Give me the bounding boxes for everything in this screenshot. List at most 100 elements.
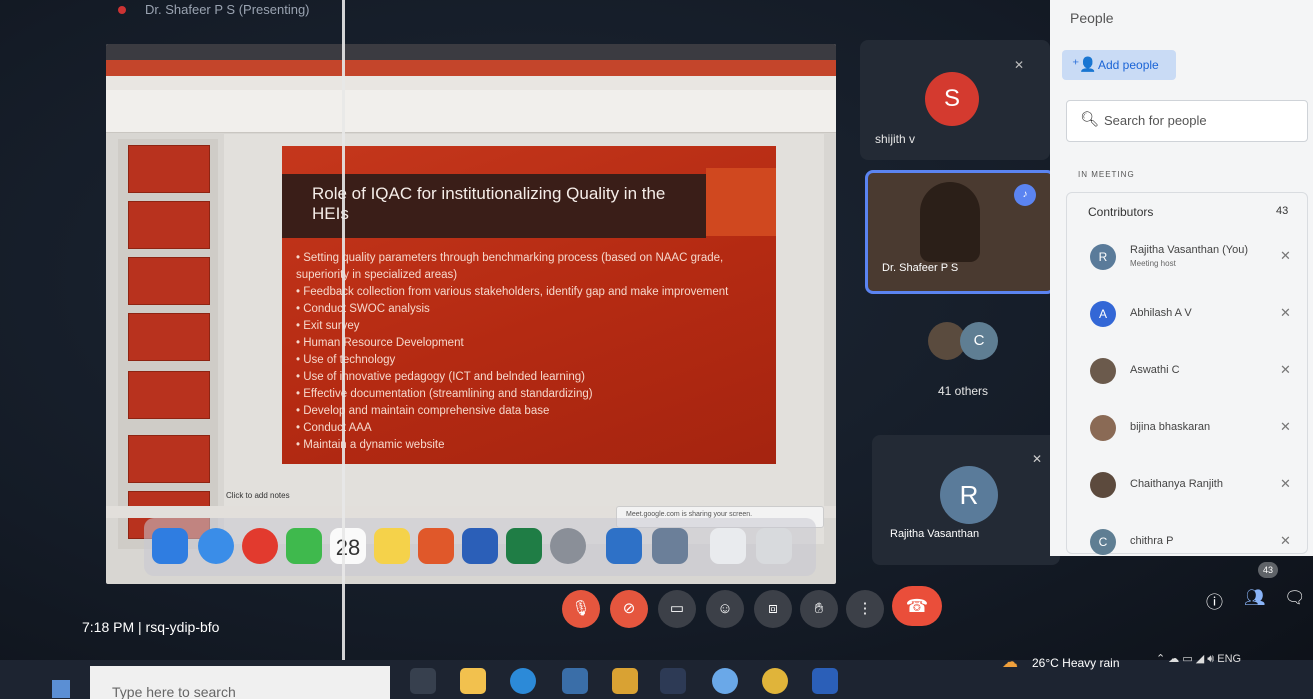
sharing-toast-text: Meet.google.com is sharing your screen.: [626, 511, 753, 518]
participant-avatar: [1090, 415, 1116, 441]
slide-thumbnail[interactable]: [128, 435, 210, 483]
powerpoint-icon[interactable]: [418, 528, 454, 564]
people-panel-title: People: [1070, 10, 1114, 26]
presenting-label: Dr. Shafeer P S (Presenting): [145, 2, 310, 17]
meeting-info-icon[interactable]: ⓘ: [1206, 588, 1223, 613]
participant-name[interactable]: Chaithanya Ranjith: [1130, 478, 1223, 490]
speaking-indicator-icon: ♪: [1014, 184, 1036, 206]
raise-hand-button[interactable]: ✋︎: [800, 590, 838, 628]
facetime-icon[interactable]: [286, 528, 322, 564]
camera-off-button[interactable]: ⊘: [610, 590, 648, 628]
app-icon-2[interactable]: [712, 668, 738, 694]
slide-bullets: Setting quality parameters through bench…: [296, 250, 776, 454]
others-count-label: 41 others: [938, 384, 989, 398]
avatar-c: C: [960, 322, 998, 360]
participant-role: Meeting host: [1130, 259, 1176, 268]
add-person-icon: ⁺👤: [1072, 56, 1097, 72]
participant-name[interactable]: chithra P: [1130, 535, 1173, 547]
opera-icon[interactable]: [242, 528, 278, 564]
chrome-icon[interactable]: [762, 668, 788, 694]
slide-thumbnail[interactable]: [128, 371, 210, 419]
downloads-folder-icon[interactable]: [710, 528, 746, 564]
mic-off-icon[interactable]: ✕: [1280, 305, 1291, 321]
participant-name[interactable]: bijina bhaskaran: [1130, 421, 1210, 433]
ppt-ribbon-tabs[interactable]: [106, 76, 836, 90]
captions-button[interactable]: ▭: [658, 590, 696, 628]
edge-icon[interactable]: [510, 668, 536, 694]
participant-name[interactable]: Aswathi C: [1130, 364, 1180, 376]
word-icon[interactable]: [462, 528, 498, 564]
slide-thumbnail[interactable]: [128, 201, 210, 249]
contributors-label[interactable]: Contributors: [1088, 205, 1153, 219]
safari-icon[interactable]: [198, 528, 234, 564]
windows-start-icon[interactable]: [52, 680, 70, 698]
people-icon[interactable]: 👥︎: [1244, 588, 1266, 608]
word-taskbar-icon[interactable]: [812, 668, 838, 694]
shared-screen: Role of IQAC for institutionalizing Qual…: [106, 44, 836, 584]
app-icon[interactable]: [660, 668, 686, 694]
present-button[interactable]: ⧈: [754, 590, 792, 628]
language-indicator[interactable]: ENG: [1217, 653, 1241, 665]
trash-icon[interactable]: [756, 528, 792, 564]
weather-icon[interactable]: ☁︎: [1002, 652, 1018, 672]
tile-name-rajitha: Rajitha Vasanthan: [890, 528, 980, 540]
calendar-icon[interactable]: 28: [330, 528, 366, 564]
finder-icon[interactable]: [152, 528, 188, 564]
bullet-item: Effective documentation (streamlining an…: [296, 386, 776, 403]
store-icon[interactable]: [612, 668, 638, 694]
end-call-button[interactable]: ☎︎: [892, 586, 942, 626]
contributors-count: 43: [1276, 205, 1289, 217]
mic-off-icon: ✕: [1032, 452, 1043, 466]
taskbar-search-placeholder: Type here to search: [112, 684, 236, 699]
bullet-item: Use of technology: [296, 352, 776, 369]
presenting-dot-icon: [118, 6, 126, 14]
system-preferences-icon[interactable]: [550, 528, 586, 564]
slide-thumbnail[interactable]: [128, 145, 210, 193]
slide-thumbnail[interactable]: [128, 313, 210, 361]
excel-icon[interactable]: [506, 528, 542, 564]
tile-name-shafeer: Dr. Shafeer P S: [882, 262, 959, 274]
emoji-button[interactable]: ☺: [706, 590, 744, 628]
bullet-item: Maintain a dynamic website: [296, 437, 776, 454]
mic-off-icon[interactable]: ✕: [1280, 533, 1291, 549]
bullet-item: Feedback collection from various stakeho…: [296, 284, 776, 301]
slide-thumbnail[interactable]: [128, 257, 210, 305]
mail-icon[interactable]: [562, 668, 588, 694]
more-options-button[interactable]: ⋮: [846, 590, 884, 628]
file-explorer-icon[interactable]: [460, 668, 486, 694]
people-search-placeholder: Search for people: [1104, 113, 1207, 128]
glare-line: [342, 0, 345, 699]
bullet-item: Conduct AAA: [296, 420, 776, 437]
slide-title: Role of IQAC for institutionalizing Qual…: [312, 184, 666, 223]
keynote-icon[interactable]: [606, 528, 642, 564]
system-tray[interactable]: ⌃ ☁︎ ▭ ◢ 🔊︎ ENG: [1156, 652, 1241, 666]
mic-off-button[interactable]: 🎙︎: [562, 590, 600, 628]
ppt-ribbon[interactable]: [106, 90, 836, 133]
mic-off-icon[interactable]: ✕: [1280, 476, 1291, 492]
notes-app-icon[interactable]: [374, 528, 410, 564]
mic-off-icon[interactable]: ✕: [1280, 362, 1291, 378]
task-view-icon[interactable]: [410, 668, 436, 694]
mic-off-icon[interactable]: ✕: [1280, 419, 1291, 435]
participant-tile-others[interactable]: [865, 300, 1055, 420]
participant-name[interactable]: Abhilash A V: [1130, 307, 1192, 319]
add-people-label: Add people: [1098, 58, 1159, 72]
ppt-titlebar: [106, 60, 836, 76]
avatar-rajitha: R: [940, 466, 998, 524]
participant-name[interactable]: Rajitha Vasanthan (You): [1130, 244, 1248, 256]
weather-text[interactable]: 26°C Heavy rain: [1032, 656, 1120, 670]
mic-off-icon[interactable]: ✕: [1280, 248, 1291, 264]
participant-avatar: A: [1090, 301, 1116, 327]
bullet-item: Exit survey: [296, 318, 776, 335]
tile-name-shijith: shijith v: [875, 132, 916, 146]
chat-icon[interactable]: 🗨︎: [1284, 588, 1306, 608]
participant-avatar: [1090, 358, 1116, 384]
video-feed: [920, 182, 980, 262]
mac-menubar: [106, 44, 836, 60]
preview-icon[interactable]: [652, 528, 688, 564]
slide-thumbnails[interactable]: [118, 139, 218, 549]
notes-placeholder[interactable]: Click to add notes: [226, 491, 290, 500]
meeting-time-code: 7:18 PM | rsq-ydip-bfo: [82, 619, 220, 635]
mic-off-icon: ✕: [1014, 58, 1025, 72]
bullet-item: Conduct SWOC analysis: [296, 301, 776, 318]
